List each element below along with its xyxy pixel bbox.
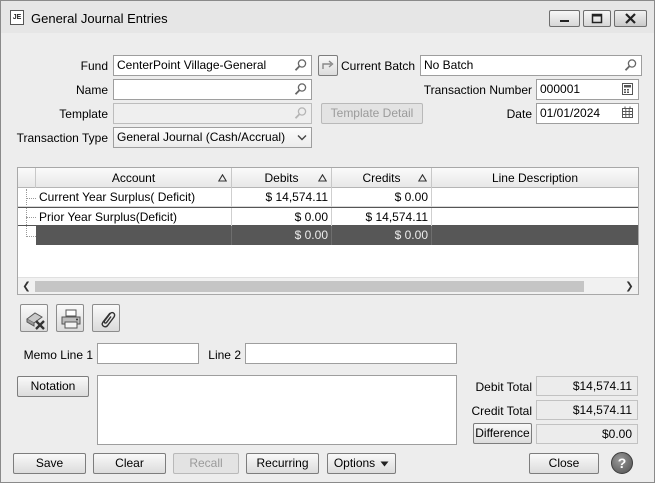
column-header-line-description[interactable]: Line Description bbox=[432, 168, 638, 188]
title-bar: JE General Journal Entries bbox=[1, 1, 654, 33]
search-icon[interactable] bbox=[294, 82, 308, 96]
attachment-icon bbox=[101, 311, 116, 328]
fund-field[interactable]: CenterPoint Village-General bbox=[113, 55, 312, 76]
horizontal-scrollbar[interactable]: ❮ ❯ bbox=[18, 277, 638, 294]
fund-goto-button[interactable] bbox=[318, 55, 338, 76]
total-row: $ 0.00 $ 0.00 bbox=[36, 226, 638, 245]
date-value: 01/01/2024 bbox=[540, 106, 601, 120]
debit-total-label: Debit Total bbox=[475, 380, 532, 394]
description-cell[interactable] bbox=[432, 188, 638, 207]
transaction-type-dropdown[interactable]: General Journal (Cash/Accrual) bbox=[113, 127, 312, 148]
save-button[interactable]: Save bbox=[13, 453, 86, 474]
template-label: Template bbox=[59, 107, 108, 121]
account-cell[interactable]: Current Year Surplus( Deficit) bbox=[36, 188, 232, 207]
clear-button[interactable]: Clear bbox=[93, 453, 166, 474]
transaction-number-value: 000001 bbox=[540, 82, 581, 96]
description-cell[interactable] bbox=[432, 208, 638, 227]
grid-header: Account Debits Credits Line Description bbox=[18, 168, 638, 188]
name-field[interactable] bbox=[113, 79, 312, 100]
credits-cell[interactable]: $ 0.00 bbox=[332, 188, 432, 207]
chevron-down-icon bbox=[297, 135, 307, 141]
total-credits-cell: $ 0.00 bbox=[332, 226, 432, 245]
scroll-left-icon[interactable]: ❮ bbox=[18, 278, 35, 294]
transaction-number-label: Transaction Number bbox=[423, 83, 532, 97]
difference-value: $0.00 bbox=[536, 424, 638, 444]
search-icon[interactable] bbox=[294, 58, 308, 72]
close-button[interactable]: Close bbox=[529, 453, 599, 474]
debits-cell[interactable]: $ 0.00 bbox=[232, 208, 332, 227]
arrow-goto-icon bbox=[322, 60, 334, 69]
debit-total-value: $14,574.11 bbox=[536, 376, 638, 396]
print-icon bbox=[61, 309, 81, 329]
account-cell[interactable]: Prior Year Surplus(Deficit) bbox=[36, 208, 232, 227]
restore-icon bbox=[591, 13, 603, 24]
current-batch-value: No Batch bbox=[424, 58, 474, 72]
total-description-cell bbox=[432, 226, 638, 245]
template-field[interactable] bbox=[113, 103, 312, 124]
fund-value: CenterPoint Village-General bbox=[117, 58, 267, 72]
calendar-icon[interactable] bbox=[621, 106, 635, 120]
options-label: Options bbox=[333, 456, 376, 470]
date-field[interactable]: 01/01/2024 bbox=[536, 103, 639, 124]
minimize-button[interactable] bbox=[549, 10, 580, 27]
total-account-cell bbox=[36, 226, 232, 245]
app-icon: JE bbox=[10, 10, 24, 25]
line2-label: Line 2 bbox=[208, 348, 241, 362]
credits-cell[interactable]: $ 14,574.11 bbox=[332, 208, 432, 227]
sort-triangle-icon bbox=[318, 174, 327, 182]
scroll-thumb[interactable] bbox=[35, 281, 584, 292]
current-batch-label: Current Batch bbox=[341, 59, 416, 73]
fund-label: Fund bbox=[80, 59, 108, 73]
memo-line1-input[interactable] bbox=[97, 343, 199, 364]
total-debits-cell: $ 0.00 bbox=[232, 226, 332, 245]
debits-cell[interactable]: $ 14,574.11 bbox=[232, 188, 332, 207]
sort-triangle-icon bbox=[218, 174, 227, 182]
difference-button[interactable]: Difference bbox=[473, 423, 532, 444]
close-icon bbox=[625, 13, 636, 24]
date-label: Date bbox=[506, 107, 532, 121]
delete-line-button[interactable] bbox=[20, 304, 48, 332]
caret-down-icon bbox=[380, 461, 389, 467]
delete-line-icon bbox=[26, 312, 45, 330]
restore-button[interactable] bbox=[583, 10, 611, 27]
search-icon bbox=[294, 107, 307, 119]
column-header-credits[interactable]: Credits bbox=[332, 168, 432, 188]
minimize-icon bbox=[560, 20, 569, 22]
transaction-type-label: Transaction Type bbox=[16, 131, 108, 145]
template-detail-button[interactable]: Template Detail bbox=[321, 103, 423, 124]
credit-total-value: $14,574.11 bbox=[536, 400, 638, 420]
search-icon[interactable] bbox=[624, 58, 638, 72]
recall-button[interactable]: Recall bbox=[173, 453, 239, 474]
print-button[interactable] bbox=[56, 304, 84, 332]
scroll-right-icon[interactable]: ❯ bbox=[621, 278, 638, 294]
memo-line1-label: Memo Line 1 bbox=[23, 348, 93, 362]
table-row[interactable]: Current Year Surplus( Deficit) $ 14,574.… bbox=[18, 188, 638, 207]
help-icon[interactable]: ? bbox=[611, 452, 633, 474]
recurring-button[interactable]: Recurring bbox=[246, 453, 319, 474]
calculator-icon[interactable] bbox=[621, 82, 635, 96]
transaction-number-field[interactable]: 000001 bbox=[536, 79, 639, 100]
attachment-button[interactable] bbox=[92, 304, 120, 332]
memo-line2-input[interactable] bbox=[245, 343, 457, 364]
journal-lines-grid[interactable]: Account Debits Credits Line Description … bbox=[17, 167, 639, 295]
name-label: Name bbox=[75, 83, 108, 97]
close-window-button[interactable] bbox=[614, 10, 647, 27]
notation-textarea[interactable] bbox=[97, 375, 457, 445]
window-title: General Journal Entries bbox=[31, 11, 168, 26]
column-header-debits[interactable]: Debits bbox=[232, 168, 332, 188]
notation-button[interactable]: Notation bbox=[17, 376, 89, 397]
transaction-type-value: General Journal (Cash/Accrual) bbox=[117, 130, 286, 144]
sort-triangle-icon bbox=[418, 174, 427, 182]
column-header-account[interactable]: Account bbox=[36, 168, 232, 188]
table-row[interactable]: Prior Year Surplus(Deficit) $ 0.00 $ 14,… bbox=[18, 207, 638, 227]
credit-total-label: Credit Total bbox=[471, 404, 532, 418]
current-batch-field[interactable]: No Batch bbox=[420, 55, 642, 76]
general-journal-window: JE General Journal Entries Fund CenterPo… bbox=[0, 0, 655, 483]
options-button[interactable]: Options bbox=[327, 453, 396, 474]
